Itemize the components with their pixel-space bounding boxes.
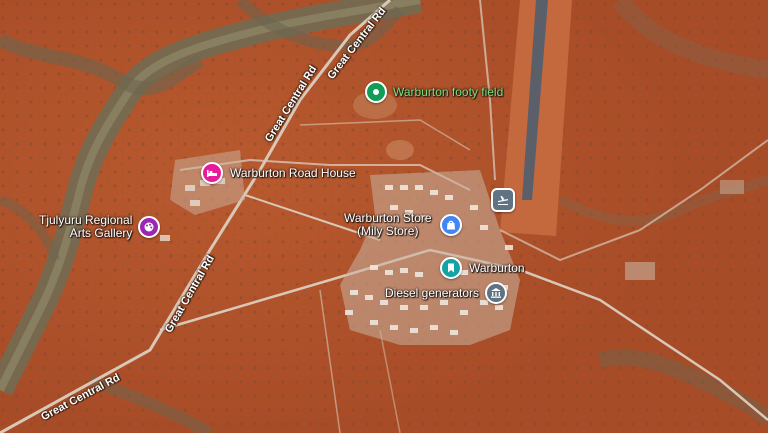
poi-label-diesel: Diesel generators <box>385 285 480 300</box>
palette-icon <box>138 216 161 238</box>
poi-label-store-line2: (Mily Store) <box>357 224 419 238</box>
shopping-bag-icon <box>439 214 462 236</box>
poi-warburton-town[interactable]: Warburton <box>440 257 525 279</box>
building-columns-icon <box>485 282 508 304</box>
poi-warburton-road-house[interactable]: Warburton Road House <box>201 162 356 184</box>
hotel-bed-icon <box>201 162 223 184</box>
bookmark-icon <box>440 257 462 279</box>
poi-diesel-generators[interactable]: Diesel generators <box>385 282 508 304</box>
poi-label-road-house: Warburton Road House <box>230 165 356 180</box>
poi-tjulyuru-arts-gallery[interactable]: Tjulyuru Regional Arts Gallery <box>39 214 161 240</box>
poi-warburton-footy-field[interactable]: Warburton footy field <box>365 81 503 103</box>
park-icon <box>365 81 387 103</box>
poi-label-footy-field: Warburton footy field <box>393 84 504 99</box>
satellite-map[interactable]: Great Central Rd Great Central Rd Great … <box>0 0 768 433</box>
poi-warburton-store[interactable]: Warburton Store (Mily Store) <box>344 212 462 238</box>
airplane-icon <box>491 188 515 212</box>
poi-label-town: Warburton <box>469 260 525 275</box>
poi-label-arts-gallery-line2: Arts Gallery <box>69 226 133 240</box>
poi-airport[interactable] <box>491 188 515 212</box>
